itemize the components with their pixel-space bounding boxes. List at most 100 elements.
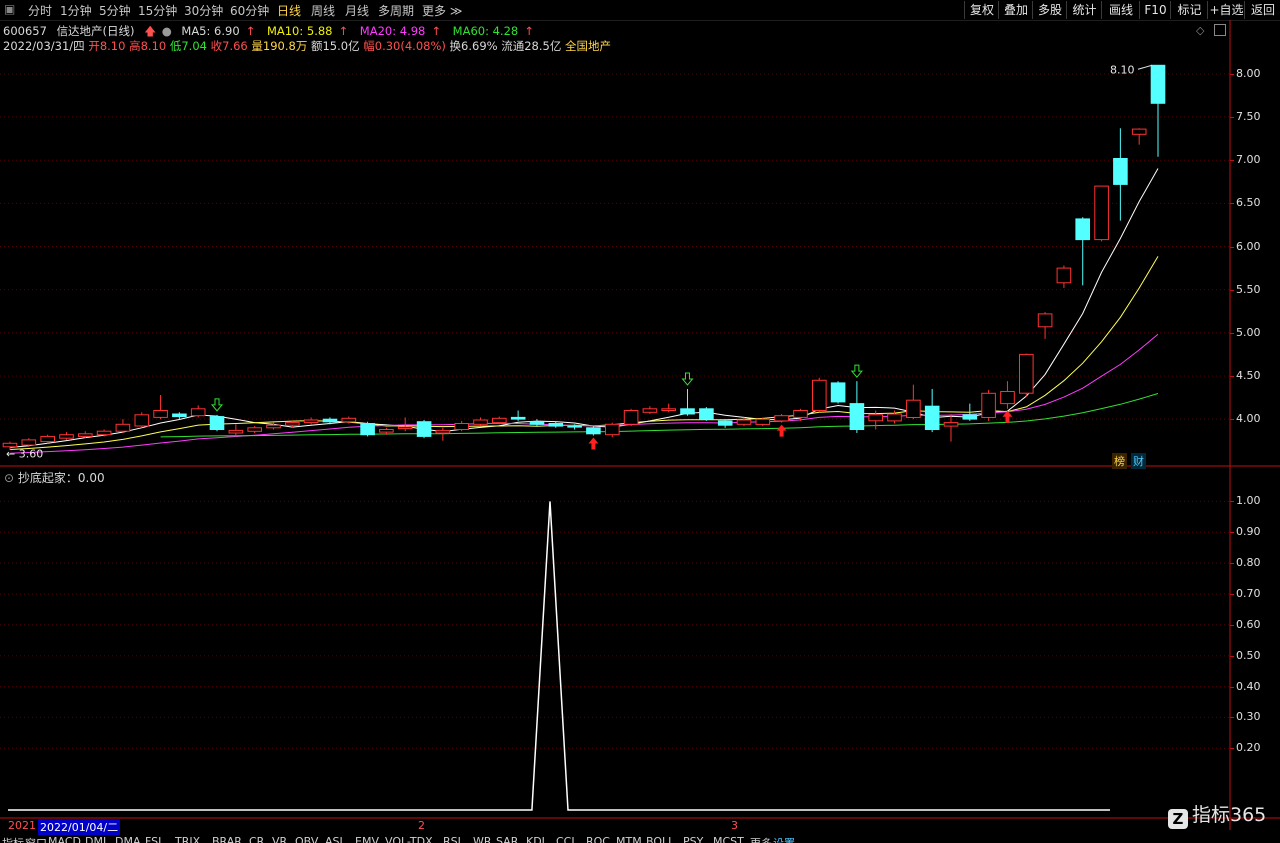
- max-price-label: 8.10: [1110, 63, 1135, 76]
- price-tick-6: 5.00: [1230, 325, 1261, 339]
- candle: [303, 417, 319, 425]
- candle: [1094, 185, 1109, 242]
- price-tick-1: 7.50: [1230, 110, 1261, 124]
- price-tick-2: 7.00: [1230, 153, 1261, 167]
- candle-body: [1056, 267, 1072, 284]
- indicator-tick-4: 0.60: [1230, 617, 1261, 631]
- candle-body: [115, 423, 131, 432]
- candle: [59, 432, 74, 440]
- price-tick-8: 4.00: [1230, 412, 1261, 426]
- candle-body: [887, 413, 902, 422]
- candle-body: [680, 408, 695, 415]
- candle-body: [96, 430, 112, 436]
- candle-body: [134, 414, 150, 427]
- candle-body: [416, 421, 432, 437]
- cai-tag[interactable]: 财: [1131, 453, 1146, 469]
- candle: [924, 388, 940, 433]
- chart-frame: [0, 20, 1280, 830]
- candle-body: [435, 429, 451, 434]
- indicator-title[interactable]: ⊙ 抄底起家：0.00: [4, 469, 105, 486]
- candle-body: [529, 421, 545, 425]
- candle: [548, 421, 564, 428]
- candle-body: [567, 425, 582, 428]
- candle-body: [40, 435, 56, 443]
- candle-body: [793, 410, 808, 418]
- price-tick-4: 6.00: [1230, 239, 1261, 253]
- candle: [1075, 217, 1091, 286]
- candle-body: [830, 382, 846, 403]
- candle-body: [360, 423, 375, 436]
- candle-body: [510, 416, 526, 420]
- candle: [1131, 128, 1147, 145]
- candle: [981, 389, 996, 421]
- candle-body: [59, 434, 74, 439]
- candle-body: [586, 427, 601, 435]
- candle-body: [1150, 64, 1166, 104]
- candle-body: [605, 423, 620, 436]
- indicator-tick-8: 0.20: [1230, 741, 1261, 755]
- price-axis: 8.00 7.50 7.00 6.50 6.00 5.50 5.00 4.50 4.00: [1230, 0, 1280, 466]
- candle-body: [849, 403, 865, 431]
- price-tick-0: 8.00: [1230, 66, 1261, 80]
- price-tick-7: 4.50: [1230, 369, 1261, 382]
- indicator-tick-6: 0.40: [1230, 679, 1261, 693]
- indicator-tick-3: 0.70: [1230, 587, 1261, 600]
- max-label-leader: [1137, 64, 1153, 70]
- candle: [717, 419, 733, 428]
- candle-body: [1131, 128, 1147, 135]
- candle-body: [642, 408, 658, 413]
- candle: [623, 408, 639, 427]
- candle: [473, 417, 488, 427]
- candle-body: [492, 417, 507, 424]
- sell-arrow-icon: [681, 372, 694, 386]
- candle: [1000, 381, 1015, 409]
- xaxis-label-1: 2: [418, 819, 425, 832]
- bang-tag[interactable]: 榜: [1112, 453, 1127, 469]
- candle: [247, 426, 262, 433]
- kline-chart[interactable]: 8.10 ← 3.60: [0, 0, 1280, 842]
- candle: [1150, 64, 1166, 157]
- candle-body: [397, 426, 413, 430]
- candle-body: [1075, 218, 1091, 241]
- candle-body: [943, 422, 959, 427]
- indicator-circle-icon: ⊙: [4, 471, 15, 485]
- candle: [774, 413, 789, 423]
- x-axis: 2021 2 3 2022/01/04/二: [0, 819, 1230, 835]
- candle-body: [322, 418, 338, 423]
- candle-body: [868, 414, 884, 422]
- candle-body: [228, 429, 244, 434]
- buy-arrow-icon: [588, 437, 599, 450]
- candle-body: [454, 423, 469, 430]
- candle-body: [906, 399, 921, 419]
- candle: [454, 420, 469, 432]
- candle-body: [736, 419, 752, 425]
- candle: [699, 407, 714, 421]
- price-extreme-labels: 8.10 ← 3.60: [6, 63, 1153, 461]
- candle: [755, 417, 771, 427]
- candle-body: [1000, 391, 1015, 405]
- candle-body: [303, 419, 319, 424]
- candle: [812, 377, 827, 413]
- candle: [416, 420, 432, 439]
- candle: [1113, 128, 1128, 221]
- candle-body: [341, 417, 357, 423]
- candle-body: [981, 392, 996, 418]
- candle: [134, 412, 150, 428]
- candle: [209, 414, 225, 432]
- candle: [435, 427, 451, 441]
- indicator-axis: 1.00 0.90 0.80 0.70 0.60 0.50 0.40 0.30 0.20: [1230, 466, 1280, 818]
- xaxis-label-0: 2021: [8, 819, 36, 832]
- cursor-date-label: 2022/01/04/二: [38, 819, 121, 835]
- candle: [1019, 353, 1034, 397]
- candle-body: [190, 408, 206, 417]
- sell-arrow-icon: [850, 364, 863, 378]
- candle: [661, 403, 677, 413]
- candle-body: [266, 424, 281, 429]
- candle-body: [962, 414, 978, 420]
- min-price-label: ← 3.60: [6, 448, 43, 461]
- price-tick-5: 5.50: [1230, 282, 1261, 296]
- candle: [190, 405, 206, 418]
- candle-body: [153, 410, 168, 418]
- candle: [360, 421, 375, 437]
- candle-body: [755, 418, 771, 425]
